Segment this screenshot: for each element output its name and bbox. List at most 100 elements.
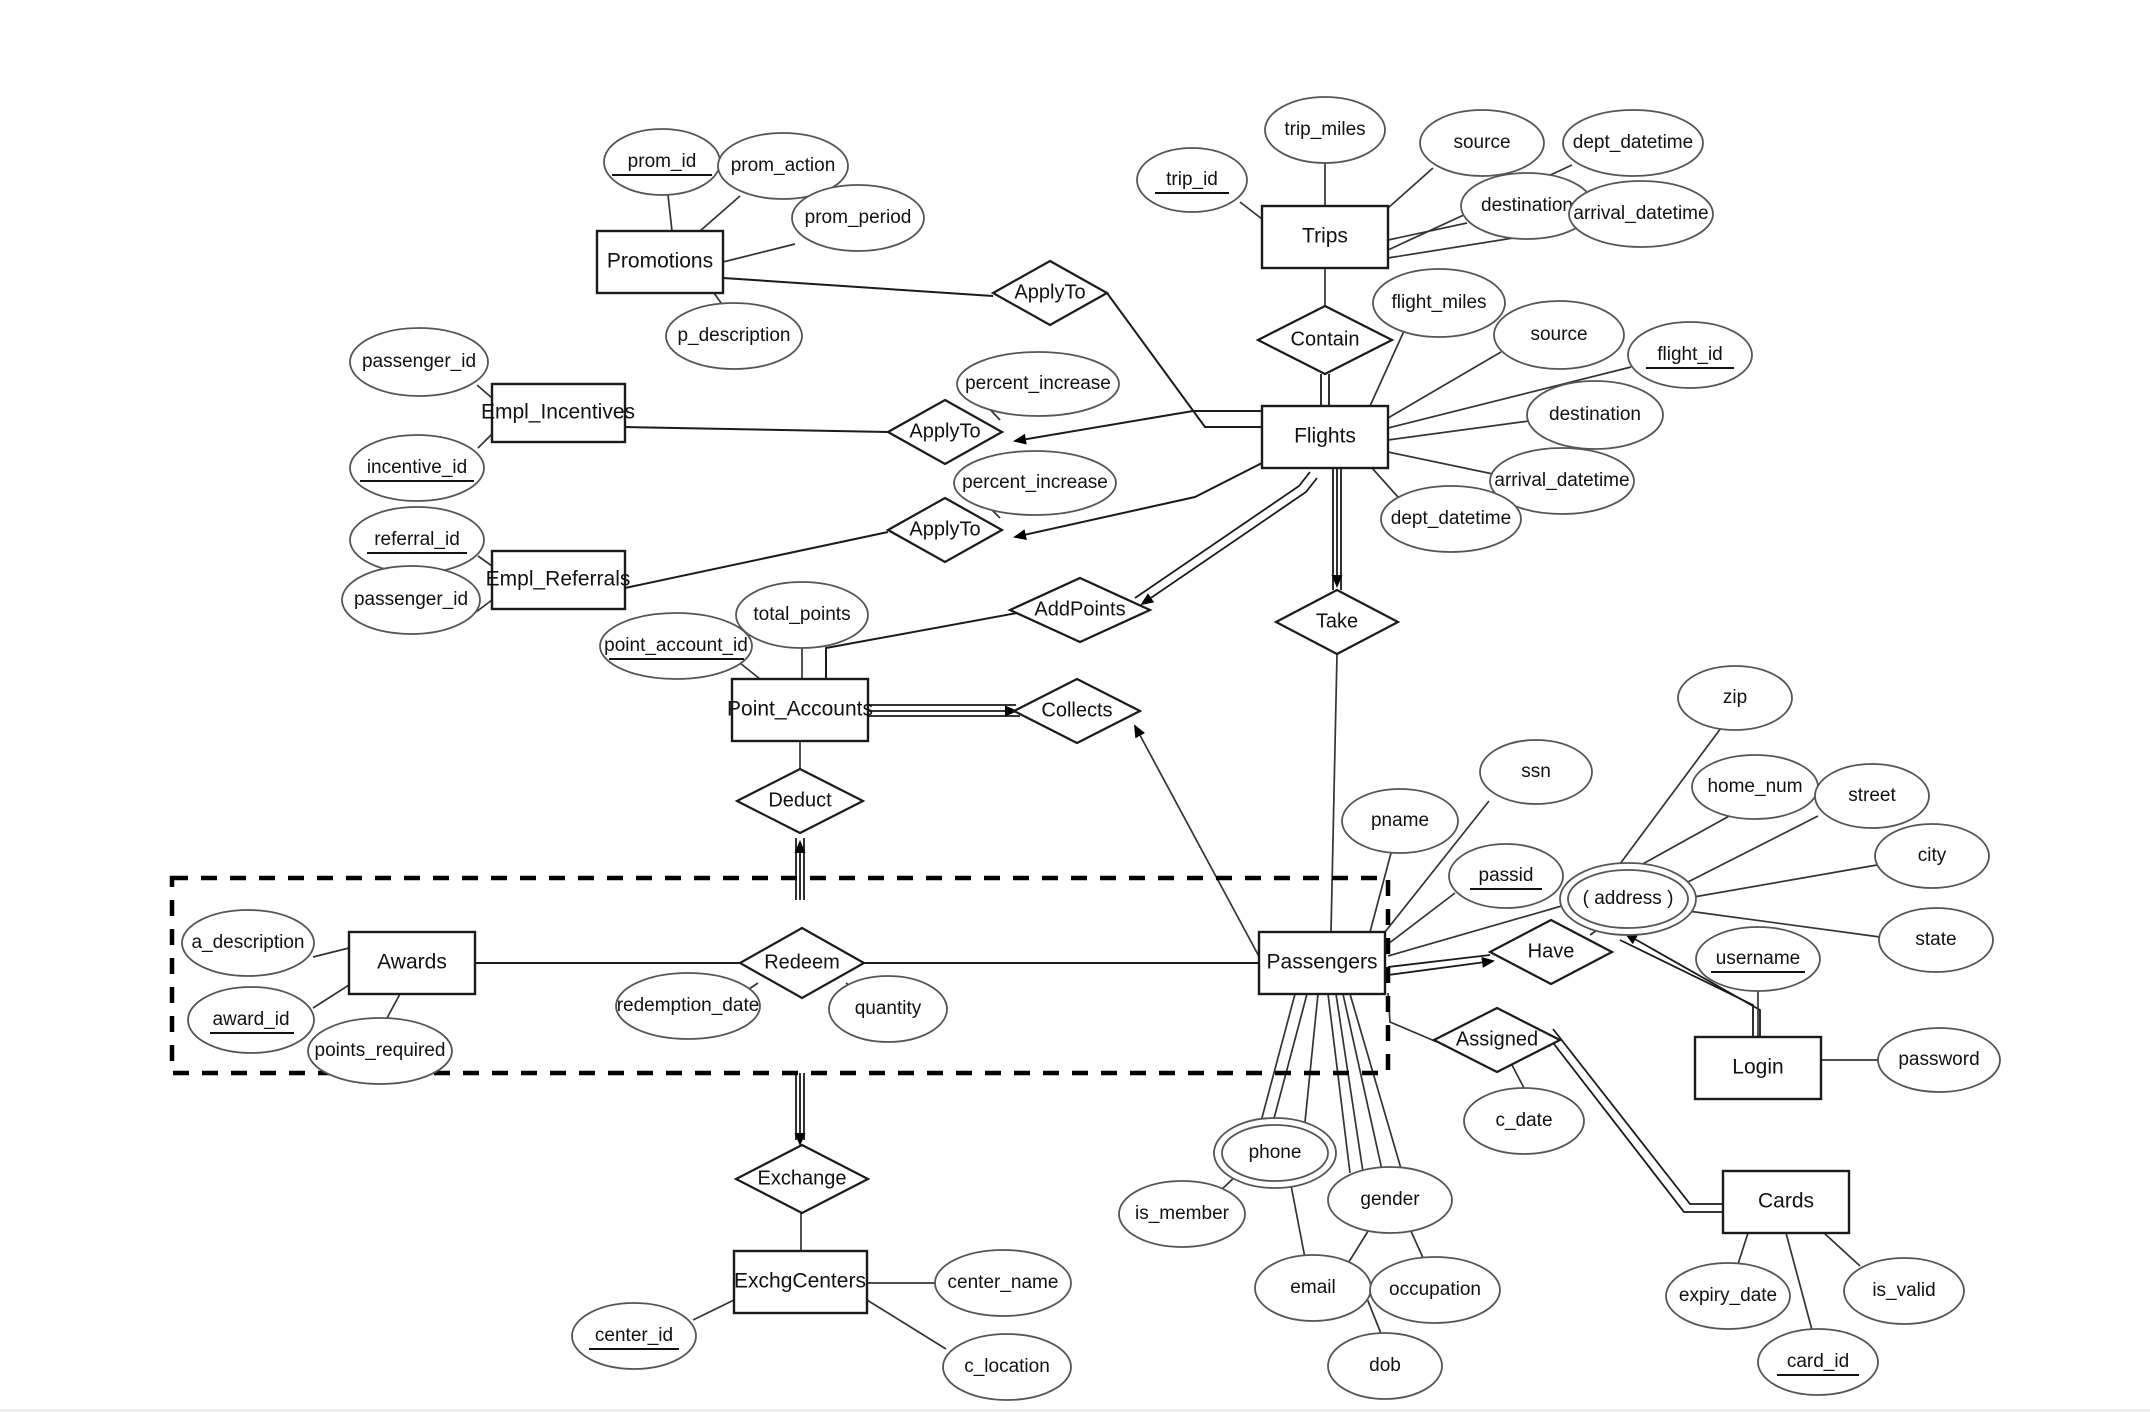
attribute-flight-miles[interactable]: flight_miles [1372,268,1506,338]
attribute-username[interactable]: username [1695,926,1821,992]
relationship-collects[interactable]: Collects [1011,677,1143,745]
entity-promotions[interactable]: Promotions [595,229,725,295]
attribute-passid[interactable]: passid [1448,843,1564,909]
attribute-email[interactable]: email [1254,1254,1372,1322]
attribute-label: password [1898,1049,1979,1070]
attribute-label: referral_id [374,529,460,550]
entity-label: Awards [377,951,447,974]
attribute-dob[interactable]: dob [1327,1332,1443,1400]
attribute-total-points[interactable]: total_points [735,581,869,649]
attribute-label: trip_id [1166,169,1218,190]
relationship-deduct[interactable]: Deduct [734,767,866,835]
entity-cards[interactable]: Cards [1721,1169,1851,1235]
attribute-home-num[interactable]: home_num [1691,754,1819,820]
attribute-label: p_description [677,325,790,346]
relationship-addpoints[interactable]: AddPoints [1007,576,1153,644]
attribute-trips-arrival-datetime[interactable]: arrival_datetime [1568,180,1714,248]
attribute-center-id[interactable]: center_id [571,1302,697,1370]
attribute-center-name[interactable]: center_name [934,1249,1072,1317]
attribute-phone-multivalued[interactable]: phone [1213,1117,1337,1189]
attribute-street[interactable]: street [1814,763,1930,829]
attribute-password[interactable]: password [1877,1027,2001,1093]
attribute-trips-source[interactable]: source [1419,109,1545,177]
attribute-label: prom_id [628,151,697,172]
relationship-label: AddPoints [1034,598,1125,620]
attribute-a-description[interactable]: a_description [181,909,315,977]
attribute-incentive-id[interactable]: incentive_id [349,434,485,502]
attribute-label: state [1915,929,1956,950]
attribute-redemption-date[interactable]: redemption_date [615,972,761,1040]
attribute-award-id[interactable]: award_id [187,986,315,1054]
attribute-label: center_id [595,1325,673,1346]
attribute-label: dob [1369,1355,1401,1376]
entity-trips[interactable]: Trips [1260,204,1390,270]
attribute-flights-source[interactable]: source [1493,300,1625,370]
attribute-trip-miles[interactable]: trip_miles [1264,96,1386,164]
attribute-gender[interactable]: gender [1327,1166,1453,1234]
attribute-is-valid[interactable]: is_valid [1843,1257,1965,1325]
attribute-flights-destination[interactable]: destination [1526,380,1664,450]
entity-login[interactable]: Login [1693,1035,1823,1101]
attribute-occupation[interactable]: occupation [1369,1256,1501,1324]
relationship-contain[interactable]: Contain [1255,304,1395,376]
relationship-label: Deduct [768,789,832,811]
attribute-label: zip [1723,687,1747,708]
attribute-label: quantity [855,998,922,1019]
attribute-address-composite[interactable]: ( address ) [1559,862,1697,936]
relationship-take[interactable]: Take [1273,588,1401,656]
attribute-ei-passenger-id[interactable]: passenger_id [349,327,489,397]
entity-passengers[interactable]: Passengers [1257,930,1387,996]
attribute-state[interactable]: state [1878,907,1994,973]
attribute-points-required[interactable]: points_required [307,1017,453,1085]
attribute-card-id[interactable]: card_id [1757,1328,1879,1396]
entity-empl-referrals[interactable]: Empl_Referrals [486,549,631,611]
attribute-is-member[interactable]: is_member [1118,1180,1246,1248]
entity-awards[interactable]: Awards [347,930,477,996]
attribute-pname[interactable]: pname [1341,788,1459,854]
attribute-label: percent_increase [965,373,1111,394]
attribute-p-description[interactable]: p_description [665,302,803,370]
attribute-c-date[interactable]: c_date [1463,1087,1585,1155]
attribute-point-account-id[interactable]: point_account_id [599,612,753,680]
attribute-flight-id[interactable]: flight_id [1627,321,1753,389]
attribute-referral-id[interactable]: referral_id [349,506,485,574]
attribute-er-passenger-id[interactable]: passenger_id [341,565,481,635]
relationship-applyto-promotions[interactable]: ApplyTo [990,259,1110,327]
attribute-percent-increase-1[interactable]: percent_increase [956,351,1120,417]
attribute-label: arrival_datetime [1494,470,1629,491]
attribute-flights-dept-datetime[interactable]: dept_datetime [1380,485,1522,553]
relationship-assigned[interactable]: Assigned [1431,1006,1563,1074]
attribute-trips-dept-datetime[interactable]: dept_datetime [1562,109,1704,177]
attribute-label: expiry_date [1679,1285,1777,1306]
entity-point-accounts[interactable]: Point_Accounts [727,677,873,743]
attribute-label: passid [1479,865,1534,886]
attribute-label: city [1918,845,1947,866]
attribute-trip-id[interactable]: trip_id [1136,147,1248,213]
attribute-label: email [1290,1277,1335,1298]
relationship-label: Collects [1041,699,1112,721]
attribute-ssn[interactable]: ssn [1479,739,1593,805]
entity-flights[interactable]: Flights [1260,404,1390,470]
relationship-label: Exchange [758,1167,847,1189]
attribute-percent-increase-2[interactable]: percent_increase [953,450,1117,516]
attribute-label: flight_miles [1391,292,1486,313]
entity-label: Empl_Referrals [486,568,631,591]
entity-label: Flights [1294,425,1356,448]
relationship-exchange[interactable]: Exchange [733,1143,871,1215]
attribute-prom-period[interactable]: prom_period [791,184,925,252]
attribute-label: dept_datetime [1573,132,1693,153]
attribute-city[interactable]: city [1874,823,1990,889]
relationship-label: ApplyTo [1014,281,1085,303]
attribute-c-location[interactable]: c_location [942,1333,1072,1401]
attribute-label: point_account_id [604,635,748,656]
attribute-expiry-date[interactable]: expiry_date [1665,1262,1791,1330]
relationship-applyto-incentives[interactable]: ApplyTo [885,398,1005,466]
attribute-label: trip_miles [1284,119,1365,140]
attribute-quantity[interactable]: quantity [828,975,948,1043]
attribute-zip[interactable]: zip [1677,665,1793,731]
entity-empl-incentives[interactable]: Empl_Incentives [481,382,635,444]
attribute-prom-id[interactable]: prom_id [603,128,721,196]
attribute-label: points_required [315,1040,446,1061]
entity-exchg-centers[interactable]: ExchgCenters [732,1249,869,1315]
attribute-label: center_name [948,1272,1059,1293]
